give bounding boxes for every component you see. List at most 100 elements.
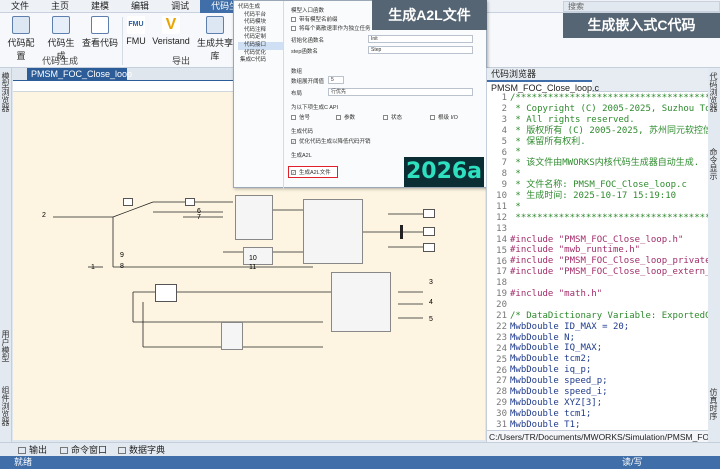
menu-edit[interactable]: 编辑	[120, 0, 160, 13]
menu-home[interactable]: 主页	[40, 0, 80, 13]
settings-tree: 代码生成 代码平台 代码模块 代码注释 代码定制 代码接口 代码优化 集成C代码	[234, 1, 284, 189]
code-file-tab[interactable]: PMSM_FOC_Close_loop.c	[487, 80, 599, 93]
layout-label: 布局	[291, 91, 303, 97]
opt-optimize[interactable]: ✓ 优化代码生成以降低代码开销	[291, 137, 371, 145]
line-number: 16	[496, 256, 507, 267]
search-input[interactable]: 搜索	[563, 1, 720, 12]
code-line: MwbDouble tcm1;	[510, 408, 592, 419]
subsystem-block-2[interactable]	[303, 199, 363, 264]
opt-split-rate[interactable]: 将每个离散速率作为独立任务	[291, 24, 371, 32]
tree-item-integrate[interactable]: 集成C代码	[238, 57, 283, 65]
pmsm-block[interactable]	[155, 284, 177, 302]
line-number: 29	[496, 398, 507, 409]
menu-modeling[interactable]: 建模	[80, 0, 120, 13]
api-state[interactable]: 状态	[383, 113, 402, 121]
view-code-button[interactable]: 查看代码	[82, 16, 118, 49]
command-window-label: 命令窗口	[71, 445, 108, 455]
checkbox[interactable]	[291, 26, 296, 32]
code-line: MwbDouble IQ_MAX;	[510, 343, 603, 354]
opt-model-name[interactable]: 带有模型名前缀	[291, 15, 338, 23]
doc-tab-model[interactable]: PMSM_FOC_Close_loop	[27, 68, 132, 80]
fmu-button[interactable]: FMU FMU	[125, 16, 147, 46]
tree-item-modules[interactable]: 代码模块	[238, 19, 283, 27]
code-config-button[interactable]: 代码配置	[4, 16, 38, 62]
subsystem-block-3[interactable]	[243, 247, 273, 265]
scope-1[interactable]	[423, 209, 435, 218]
code-line: *	[510, 201, 521, 212]
checkbox-checked[interactable]: ✓	[291, 170, 296, 176]
line-number: 5	[501, 136, 507, 147]
terminal-icon	[60, 447, 68, 455]
port-label: 11	[249, 264, 257, 271]
checkbox[interactable]	[336, 115, 341, 121]
port-label: 4	[429, 299, 433, 306]
layout-select[interactable]: 行优先	[328, 88, 473, 96]
line-number-gutter: 1 2 3 4 5 6 7 8 9 10 11 12 13 14 15 16 17 18 19 20 21 22 23 24 2…	[487, 93, 509, 428]
tree-item-custom[interactable]: 代码定制	[238, 34, 283, 42]
data-dictionary-tab[interactable]: 数据字典	[118, 444, 165, 456]
view-code-icon	[91, 16, 109, 34]
menu-debug[interactable]: 调试	[160, 0, 200, 13]
command-display-side-tab[interactable]: 命令显示	[709, 148, 719, 180]
opt-a2l[interactable]: ✓ 生成A2L文件	[288, 166, 338, 178]
line-number: 25	[496, 354, 507, 365]
checkbox[interactable]	[291, 17, 296, 23]
checkbox-checked[interactable]: ✓	[291, 139, 296, 145]
scope-2[interactable]	[423, 227, 435, 236]
status-bar: 就绪 读/写	[0, 456, 720, 469]
line-number: 20	[496, 300, 507, 311]
shared-lib-button[interactable]: 生成共享库	[195, 16, 235, 62]
output-tab[interactable]: 输出	[18, 444, 47, 456]
code-line: *	[510, 169, 521, 180]
scope-3[interactable]	[423, 243, 435, 252]
port-label: 10	[249, 255, 257, 262]
tree-item-interface[interactable]: 代码接口	[238, 41, 283, 50]
menu-file[interactable]: 文件	[0, 0, 40, 13]
subsystem-block-1[interactable]	[235, 195, 273, 240]
code-line: * 该文件由MWORKS内核代码生成器自动生成.	[510, 158, 700, 169]
sim-timing-side-tab[interactable]: 仿真时序	[709, 388, 719, 420]
code-editor[interactable]: 1 2 3 4 5 6 7 8 9 10 11 12 13 14 15 16 17 18 19 20 21 22 23 24 2…	[487, 93, 709, 428]
checkbox[interactable]	[383, 115, 388, 121]
line-number: 24	[496, 343, 507, 354]
array-threshold-input[interactable]: 5	[328, 76, 344, 84]
api-rootio[interactable]: 根级 I/O	[430, 113, 458, 121]
line-number: 14	[496, 234, 507, 245]
checkbox[interactable]	[291, 115, 296, 121]
checkbox[interactable]	[430, 115, 435, 121]
veristand-label: Veristand	[152, 36, 190, 46]
port-label: 3	[429, 279, 433, 286]
port-label: 2	[42, 212, 46, 219]
bottom-tab-bar: 输出 命令窗口 数据字典	[0, 442, 720, 456]
code-line: * 版权所有 (C) 2005-2025, 苏州同元软控信息	[510, 125, 709, 136]
gain-block[interactable]	[185, 198, 195, 206]
component-browser-tab[interactable]: 组件浏览器	[1, 386, 11, 426]
const-block[interactable]	[123, 198, 133, 206]
init-func-input[interactable]: Init	[368, 35, 473, 43]
version-badge: 2026a	[404, 157, 484, 187]
opt-a2l-label: 生成A2L文件	[299, 170, 331, 176]
tree-item-codegen[interactable]: 代码生成	[238, 4, 283, 12]
user-model-tab[interactable]: 用户模型	[1, 330, 11, 362]
status-ready: 就绪	[14, 457, 33, 467]
veristand-button[interactable]: V Veristand	[152, 16, 190, 46]
api-signal[interactable]: 信号	[291, 113, 310, 121]
code-line: * 文件名称: PMSM_FOC_Close_loop.c	[510, 180, 687, 191]
code-browser-side-tab[interactable]: 代码浏览器	[709, 72, 719, 112]
model-browser-tab[interactable]: 模型浏览器	[1, 72, 11, 112]
step-func-input[interactable]: Step	[368, 46, 473, 54]
api-param-label: 参数	[344, 115, 356, 121]
a2l-banner: 生成A2L文件	[372, 0, 487, 30]
opt-model-name-label: 带有模型名前缀	[299, 17, 338, 23]
code-line: MwbDouble tcm2;	[510, 354, 592, 365]
command-window-tab[interactable]: 命令窗口	[60, 444, 107, 456]
api-param[interactable]: 参数	[336, 113, 355, 121]
code-line: #include "PMSM_FOC_Close_loop_private.h"	[510, 256, 709, 267]
port-label: 1	[91, 264, 95, 271]
code-config-icon	[12, 16, 30, 34]
clarke-block[interactable]	[221, 322, 243, 350]
line-number: 23	[496, 332, 507, 343]
svpwm-block[interactable]	[331, 272, 391, 332]
line-number: 18	[496, 278, 507, 289]
